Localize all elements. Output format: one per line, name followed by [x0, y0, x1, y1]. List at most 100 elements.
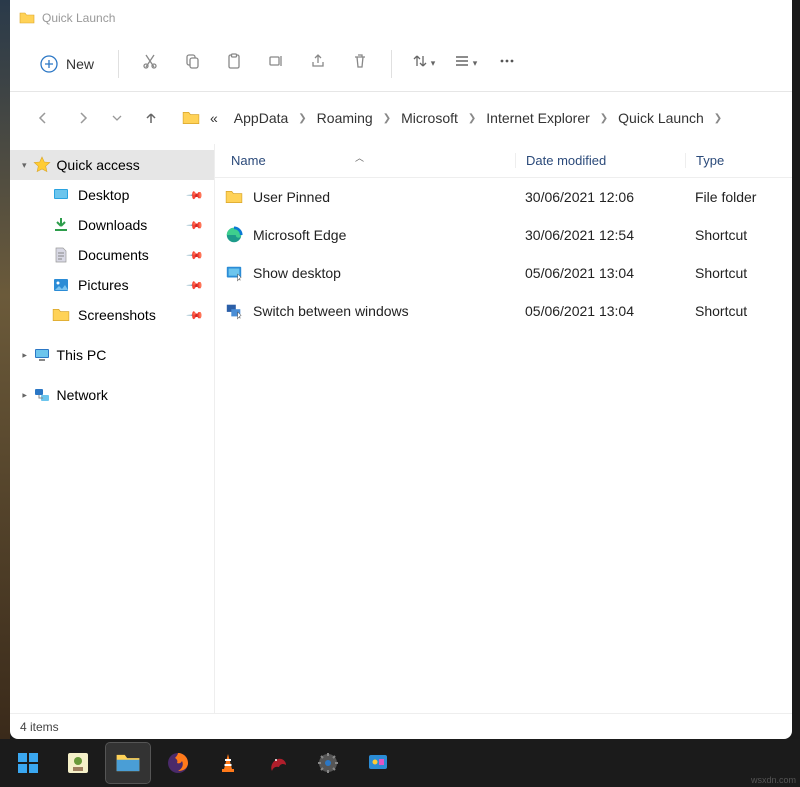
breadcrumb-segment[interactable]: Roaming: [311, 106, 379, 130]
column-date[interactable]: Date modified: [515, 153, 685, 168]
sort-button[interactable]: ▾: [404, 45, 442, 83]
explorer-window: Quick Launch New ▾ ▾ « AppData ❯ Roaming ❯: [10, 0, 792, 739]
breadcrumb-segment[interactable]: Quick Launch: [612, 106, 710, 130]
breadcrumb-segment[interactable]: AppData: [228, 106, 294, 130]
showdesktop-icon: [225, 264, 243, 282]
file-name: User Pinned: [253, 189, 330, 205]
taskbar-vlc[interactable]: [206, 743, 250, 783]
column-name[interactable]: Name︿: [215, 153, 515, 168]
chevron-down-icon: ▾: [431, 58, 436, 69]
breadcrumb-segment[interactable]: Microsoft: [395, 106, 464, 130]
pictures-icon: [52, 276, 70, 294]
recent-dropdown[interactable]: [108, 103, 126, 133]
sidebar-item-label: Desktop: [78, 187, 129, 203]
back-button[interactable]: [28, 103, 58, 133]
file-name: Show desktop: [253, 265, 341, 281]
paste-button[interactable]: [215, 45, 253, 83]
sidebar-quick-access[interactable]: ▾ Quick access: [10, 150, 214, 180]
forward-button[interactable]: [68, 103, 98, 133]
sidebar-item-pictures[interactable]: Pictures 📌: [10, 270, 214, 300]
chevron-right-icon: ▾: [19, 353, 30, 358]
sidebar-item-label: Screenshots: [78, 307, 156, 323]
network-icon: [33, 386, 51, 404]
chevron-right-icon: ❯: [600, 113, 608, 124]
body: ▾ Quick access Desktop 📌 Downloads 📌 Doc…: [10, 144, 792, 713]
delete-button[interactable]: [341, 45, 379, 83]
chevron-right-icon: ❯: [714, 113, 722, 124]
file-row[interactable]: Switch between windows 05/06/2021 13:04 …: [215, 292, 792, 330]
nav-pane: ▾ Quick access Desktop 📌 Downloads 📌 Doc…: [10, 144, 215, 713]
file-date: 05/06/2021 13:04: [515, 265, 685, 281]
chevron-right-icon: ❯: [298, 113, 306, 124]
sidebar-item-documents[interactable]: Documents 📌: [10, 240, 214, 270]
sidebar-item-label: Downloads: [78, 217, 147, 233]
sidebar-item-downloads[interactable]: Downloads 📌: [10, 210, 214, 240]
file-row[interactable]: Microsoft Edge 30/06/2021 12:54 Shortcut: [215, 216, 792, 254]
sidebar-item-label: Network: [57, 387, 108, 403]
separator: [118, 50, 119, 78]
command-bar: New ▾ ▾: [10, 36, 792, 92]
file-date: 30/06/2021 12:06: [515, 189, 685, 205]
sidebar-this-pc[interactable]: ▾ This PC: [10, 340, 214, 370]
status-bar: 4 items: [10, 713, 792, 739]
taskbar-app[interactable]: [56, 743, 100, 783]
start-button[interactable]: [6, 743, 50, 783]
new-button[interactable]: New: [28, 49, 106, 79]
file-type: File folder: [685, 189, 792, 205]
item-count: 4 items: [20, 720, 59, 734]
pin-icon: 📌: [186, 186, 205, 205]
column-type[interactable]: Type: [685, 153, 792, 168]
rename-button[interactable]: [257, 45, 295, 83]
desktop-icon: [52, 186, 70, 204]
breadcrumb-overflow[interactable]: «: [204, 106, 224, 130]
chevron-right-icon: ❯: [383, 113, 391, 124]
folder-icon: [182, 109, 200, 127]
file-name: Microsoft Edge: [253, 227, 346, 243]
share-button[interactable]: [299, 45, 337, 83]
switchwindows-icon: [225, 302, 243, 320]
taskbar-explorer[interactable]: [106, 743, 150, 783]
up-button[interactable]: [136, 103, 166, 133]
titlebar[interactable]: Quick Launch: [10, 0, 792, 36]
file-type: Shortcut: [685, 265, 792, 281]
taskbar-settings[interactable]: [306, 743, 350, 783]
star-icon: [33, 156, 51, 174]
view-icon: [453, 52, 471, 75]
chevron-right-icon: ▾: [19, 393, 30, 398]
taskbar-firefox[interactable]: [156, 743, 200, 783]
taskbar-irfanview[interactable]: [256, 743, 300, 783]
cut-button[interactable]: [131, 45, 169, 83]
file-list: Name︿ Date modified Type User Pinned 30/…: [215, 144, 792, 713]
sort-ascending-icon: ︿: [355, 151, 364, 164]
more-button[interactable]: [488, 45, 526, 83]
ellipsis-icon: [498, 52, 516, 75]
download-icon: [52, 216, 70, 234]
pin-icon: 📌: [186, 276, 205, 295]
file-row[interactable]: User Pinned 30/06/2021 12:06 File folder: [215, 178, 792, 216]
sidebar-item-label: Quick access: [57, 157, 140, 173]
share-icon: [309, 52, 327, 75]
document-icon: [52, 246, 70, 264]
view-button[interactable]: ▾: [446, 45, 484, 83]
file-name: Switch between windows: [253, 303, 409, 319]
sidebar-item-desktop[interactable]: Desktop 📌: [10, 180, 214, 210]
rows: User Pinned 30/06/2021 12:06 File folder…: [215, 178, 792, 713]
sidebar-item-screenshots[interactable]: Screenshots 📌: [10, 300, 214, 330]
window-title: Quick Launch: [42, 11, 115, 25]
file-row[interactable]: Show desktop 05/06/2021 13:04 Shortcut: [215, 254, 792, 292]
new-label: New: [66, 56, 94, 72]
sidebar-item-label: Pictures: [78, 277, 129, 293]
sidebar-network[interactable]: ▾ Network: [10, 380, 214, 410]
copy-icon: [183, 52, 201, 75]
sidebar-item-label: This PC: [57, 347, 107, 363]
breadcrumb-segment[interactable]: Internet Explorer: [480, 106, 596, 130]
watermark: wsxdn.com: [751, 775, 796, 785]
copy-button[interactable]: [173, 45, 211, 83]
pin-icon: 📌: [186, 306, 205, 325]
taskbar-app-2[interactable]: [356, 743, 400, 783]
breadcrumb[interactable]: « AppData ❯ Roaming ❯ Microsoft ❯ Internet …: [176, 101, 774, 135]
edge-icon: [225, 226, 243, 244]
folder-icon: [18, 9, 36, 27]
pin-icon: 📌: [186, 216, 205, 235]
file-type: Shortcut: [685, 303, 792, 319]
